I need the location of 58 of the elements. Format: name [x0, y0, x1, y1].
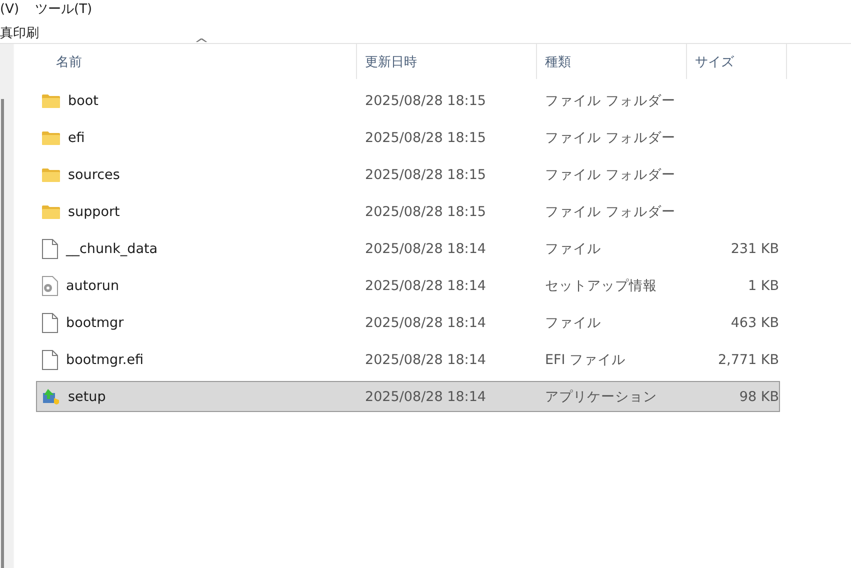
file-type: ファイル フォルダー — [544, 202, 676, 220]
document-icon — [42, 238, 58, 258]
file-row[interactable]: bootmgr.efi 2025/08/28 18:14 EFI ファイル 2,771 KB — [36, 344, 780, 375]
document-icon — [42, 350, 58, 370]
file-size: 463 KB — [730, 314, 779, 330]
modified-date: 2025/08/28 18:14 — [364, 314, 488, 330]
file-type: ファイル — [544, 314, 602, 332]
file-name: sources — [68, 166, 120, 182]
file-size: 2,771 KB — [718, 352, 779, 368]
gear-document-icon — [42, 276, 58, 296]
file-row[interactable]: boot 2025/08/28 18:15 ファイル フォルダー — [36, 85, 780, 116]
file-size: 1 KB — [748, 278, 779, 294]
file-size: 231 KB — [730, 240, 779, 256]
file-type: ファイル — [544, 240, 602, 258]
file-row[interactable]: autorun 2025/08/28 18:14 セットアップ情報 1 KB — [36, 270, 780, 301]
menu-item[interactable]: ツール(T) — [35, 0, 92, 18]
file-name: bootmgr — [66, 314, 124, 330]
modified-date: 2025/08/28 18:15 — [364, 204, 488, 220]
file-size: 98 KB — [739, 388, 779, 404]
file-type: ファイル フォルダー — [544, 166, 676, 184]
file-name: setup — [68, 388, 106, 404]
modified-date: 2025/08/28 18:14 — [364, 278, 488, 294]
file-row[interactable]: sources 2025/08/28 18:15 ファイル フォルダー — [36, 159, 780, 190]
file-type: アプリケーション — [544, 388, 658, 406]
file-name: __chunk_data — [66, 240, 158, 256]
file-row[interactable]: efi 2025/08/28 18:15 ファイル フォルダー — [36, 122, 780, 153]
folder-icon — [42, 130, 60, 144]
file-type: ファイル フォルダー — [544, 92, 676, 110]
file-name: efi — [68, 130, 85, 146]
column-header[interactable]: サイズ — [687, 44, 787, 79]
modified-date: 2025/08/28 18:15 — [364, 130, 488, 146]
file-name: boot — [68, 92, 98, 108]
modified-date: 2025/08/28 18:15 — [364, 166, 488, 182]
modified-date: 2025/08/28 18:14 — [364, 240, 488, 256]
scrollbar[interactable] — [1, 99, 4, 568]
column-header[interactable]: 名前 — [36, 44, 357, 79]
file-type: EFI ファイル — [544, 350, 627, 368]
file-row[interactable]: support 2025/08/28 18:15 ファイル フォルダー — [36, 196, 780, 227]
menu-item[interactable]: (V) — [0, 2, 20, 16]
folder-icon — [42, 204, 60, 218]
folder-icon — [42, 168, 60, 182]
modified-date: 2025/08/28 18:15 — [364, 92, 488, 108]
modified-date: 2025/08/28 18:14 — [364, 352, 488, 368]
file-name: autorun — [66, 278, 120, 294]
file-type: ファイル フォルダー — [544, 128, 676, 146]
file-row[interactable]: bootmgr 2025/08/28 18:14 ファイル 463 KB — [36, 307, 780, 338]
column-header[interactable]: 更新日時 — [357, 44, 537, 79]
file-type: セットアップ情報 — [544, 276, 658, 294]
document-icon — [42, 312, 58, 332]
folder-icon — [42, 94, 60, 108]
installer-icon — [42, 388, 60, 406]
file-name: bootmgr.efi — [66, 352, 144, 368]
toolbar-label[interactable]: 真印刷 — [0, 24, 39, 42]
column-header[interactable]: 種類 — [537, 44, 687, 79]
file-row[interactable]: setup 2025/08/28 18:14 アプリケーション 98 KB — [36, 381, 780, 412]
file-row[interactable]: __chunk_data 2025/08/28 18:14 ファイル 231 KB — [36, 233, 780, 264]
file-name: support — [68, 204, 120, 220]
modified-date: 2025/08/28 18:14 — [364, 388, 488, 404]
